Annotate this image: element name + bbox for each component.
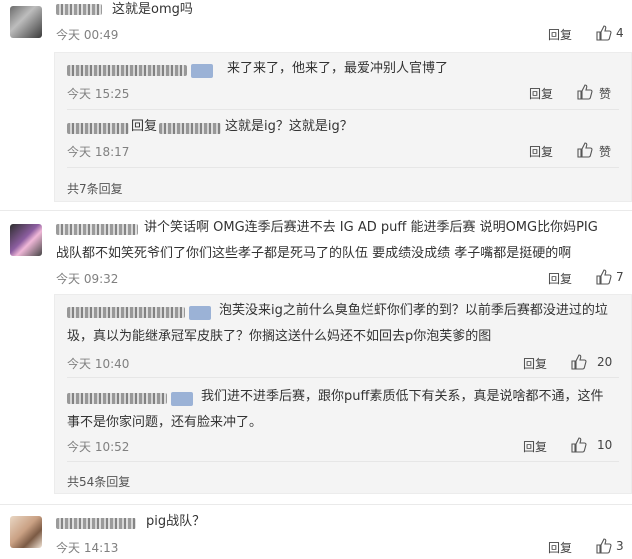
like-label[interactable]: 赞: [599, 143, 611, 160]
reply-prefix: 回复: [131, 119, 158, 134]
comment-time: 今天 14:13: [56, 541, 119, 555]
reply-time: 今天 15:25: [67, 87, 130, 101]
divider: [67, 377, 619, 378]
comment-time: 今天 00:49: [56, 28, 119, 42]
comment-text: pig战队？: [146, 514, 206, 529]
divider: [67, 461, 619, 462]
like-count: 10: [597, 438, 613, 452]
more-replies-link[interactable]: 共7条回复: [67, 180, 123, 197]
thumbs-up-icon[interactable]: [596, 25, 612, 41]
reply-text-line2: 圾，真以为能继承冠军皮肤了？你搁这送什么妈还不如回去p你泡芙爹的图: [67, 329, 492, 344]
reply-time: 今天 10:52: [67, 440, 130, 454]
replier-name[interactable]: [67, 305, 211, 320]
comment-text: 这就是omg吗: [112, 2, 193, 17]
comment-text-line1: 讲个笑话啊 OMG连季后赛进不去 IG AD puff 能进季后赛 说明OMG比…: [144, 220, 598, 235]
reply-time: 今天 18:17: [67, 145, 130, 159]
mentioned-user[interactable]: [159, 121, 221, 136]
reply-text-line2: 事不是你家问题，还有脸来冲了。: [67, 415, 263, 430]
verified-badge: [171, 391, 193, 406]
like-label[interactable]: 赞: [599, 85, 611, 102]
reply-button[interactable]: 回复: [529, 85, 553, 102]
reply-button[interactable]: 回复: [529, 143, 553, 160]
avatar[interactable]: [10, 516, 42, 548]
like-count: 4: [616, 26, 624, 40]
commenter-name[interactable]: [56, 2, 102, 17]
thumbs-up-icon[interactable]: [596, 269, 612, 285]
reply-text: 来了来了，他来了，最爱冲别人官博了: [227, 61, 449, 76]
thumbs-up-icon[interactable]: [577, 84, 593, 100]
avatar[interactable]: [10, 224, 42, 256]
reply-text-line1: 泡芙没来ig之前什么臭鱼烂虾你们孝的到？以前季后赛都没进过的垃: [219, 303, 608, 318]
reply-button[interactable]: 回复: [523, 355, 547, 372]
reply-button[interactable]: 回复: [548, 270, 572, 287]
reply-time: 今天 10:40: [67, 357, 130, 371]
reply-button[interactable]: 回复: [548, 539, 572, 556]
comment-text-line2: 战队都不如笑死爷们了你们这些孝子都是死马了的队伍 要成绩没成绩 孝子嘴都是挺硬的…: [56, 246, 572, 261]
divider: [67, 109, 619, 110]
thumbs-up-icon[interactable]: [571, 437, 587, 453]
divider: [0, 504, 632, 505]
commenter-name[interactable]: [56, 222, 138, 237]
thumbs-up-icon[interactable]: [571, 354, 587, 370]
reply-thread: 来了来了，他来了，最爱冲别人官博了 今天 15:25 回复 赞 回复 这就是ig…: [54, 52, 632, 202]
verified-badge: [191, 63, 213, 78]
replier-name[interactable]: [67, 391, 193, 406]
reply-button[interactable]: 回复: [548, 26, 572, 43]
divider: [0, 210, 632, 211]
replier-name[interactable]: [67, 63, 213, 78]
reply-text-line1: 我们进不进季后赛，跟你puff素质低下有关系，真是说啥都不通，这件: [201, 389, 604, 404]
reply-thread: 泡芙没来ig之前什么臭鱼烂虾你们孝的到？以前季后赛都没进过的垃 圾，真以为能继承…: [54, 294, 632, 494]
reply-button[interactable]: 回复: [523, 438, 547, 455]
verified-badge: [189, 305, 211, 320]
reply-text: 这就是ig？这就是ig？: [225, 119, 353, 134]
thumbs-up-icon[interactable]: [577, 142, 593, 158]
more-replies-link[interactable]: 共54条回复: [67, 473, 130, 490]
like-count: 7: [616, 270, 624, 284]
divider: [67, 167, 619, 168]
like-count: 20: [597, 355, 613, 369]
thumbs-up-icon[interactable]: [596, 538, 612, 554]
replier-name[interactable]: [67, 121, 129, 136]
like-count: 3: [616, 539, 624, 553]
commenter-name[interactable]: [56, 516, 136, 531]
comment-time: 今天 09:32: [56, 272, 119, 286]
avatar[interactable]: [10, 6, 42, 38]
